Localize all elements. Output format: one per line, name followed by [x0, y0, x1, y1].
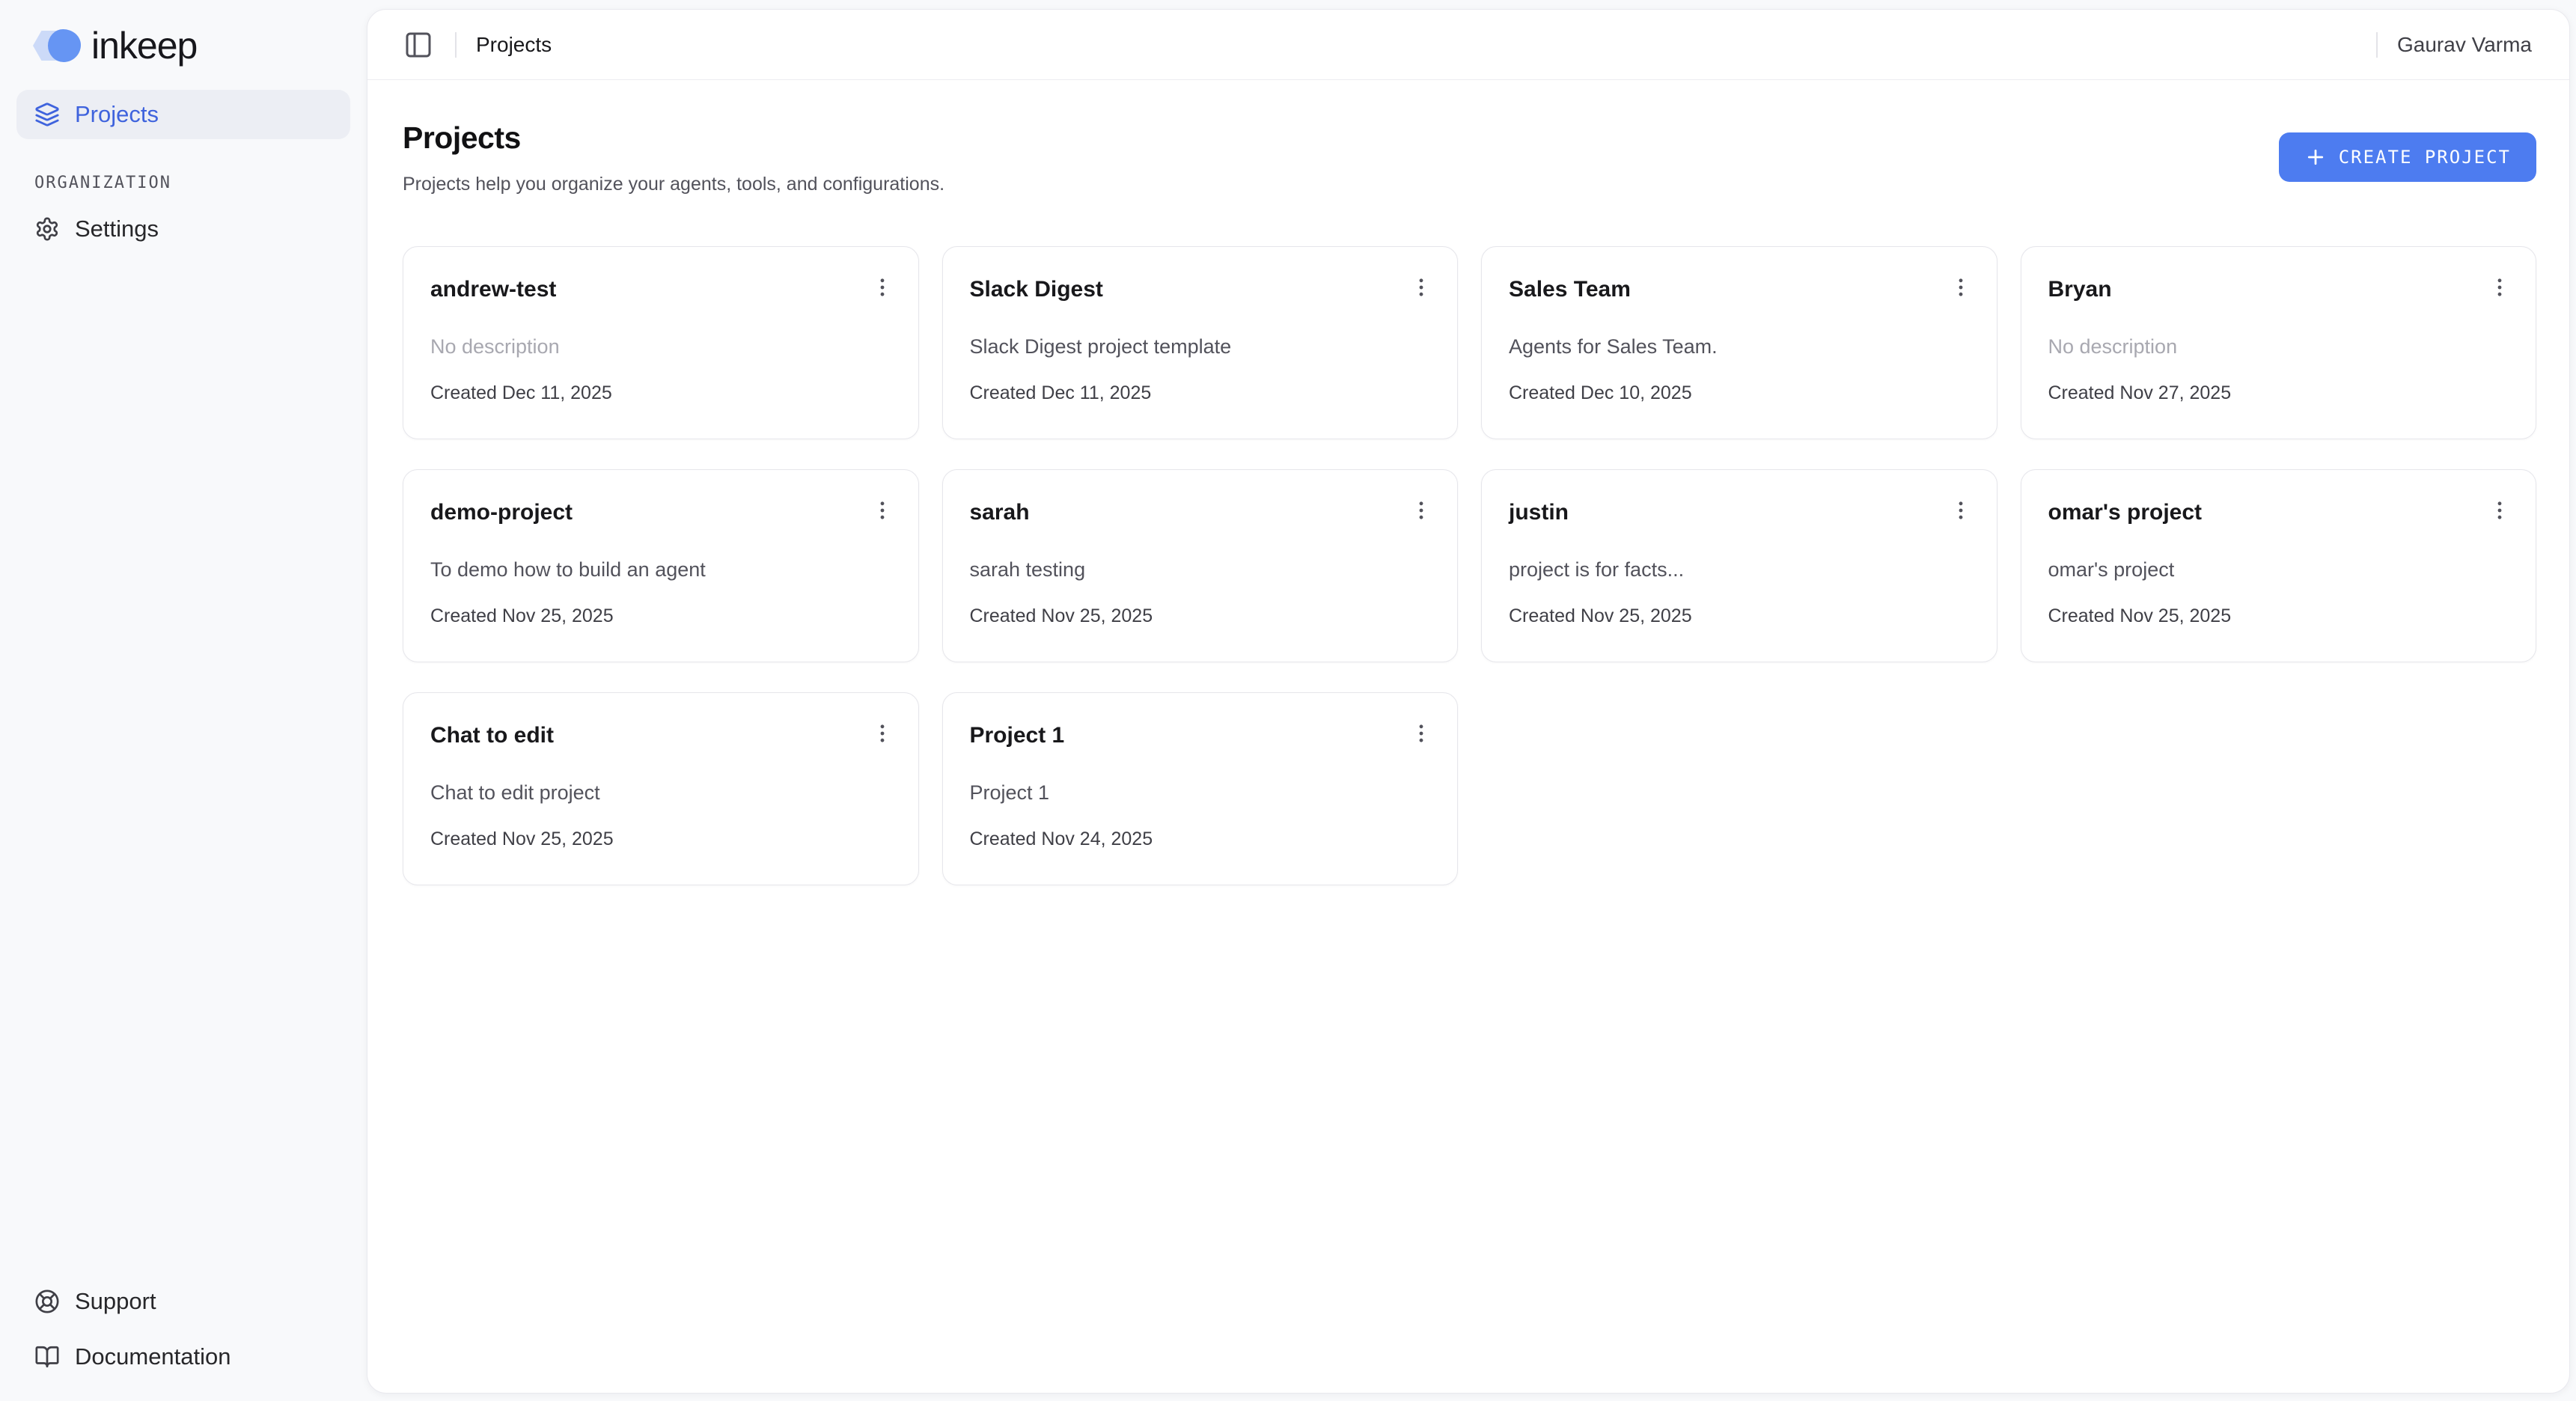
- topbar-divider: [455, 32, 457, 58]
- brand-logo[interactable]: inkeep: [16, 0, 350, 90]
- project-card[interactable]: Bryan No description Created Nov 27, 202…: [2021, 246, 2537, 439]
- sidebar-item-label: Projects: [75, 101, 159, 128]
- sidebar-item-documentation[interactable]: Documentation: [16, 1332, 350, 1382]
- sidebar-item-projects[interactable]: Projects: [16, 90, 350, 139]
- page-subtitle: Projects help you organize your agents, …: [403, 174, 944, 195]
- breadcrumb: Projects: [476, 33, 552, 57]
- project-card-menu-button[interactable]: [866, 717, 899, 750]
- create-project-button[interactable]: CREATE PROJECT: [2279, 132, 2536, 182]
- page-title: Projects: [403, 120, 944, 156]
- sidebar-item-label: Support: [75, 1288, 156, 1315]
- life-buoy-icon: [34, 1289, 60, 1314]
- topbar: Projects Gaurav Varma: [367, 10, 2569, 80]
- panel-left-icon: [403, 30, 433, 60]
- page-header: Projects Projects help you organize your…: [403, 120, 2536, 195]
- project-card-menu-button[interactable]: [1944, 271, 1977, 304]
- project-card-menu-button[interactable]: [866, 494, 899, 527]
- project-card[interactable]: Slack Digest Slack Digest project templa…: [942, 246, 1459, 439]
- project-card-menu-button[interactable]: [1405, 717, 1438, 750]
- project-card-title: andrew-test: [430, 275, 556, 302]
- main-panel: Projects Gaurav Varma Projects Projects …: [367, 9, 2570, 1394]
- project-card-description: Project 1: [970, 781, 1438, 805]
- project-card-menu-button[interactable]: [1405, 494, 1438, 527]
- project-card[interactable]: justin project is for facts... Created N…: [1481, 469, 1997, 662]
- project-card-created-date: Created Nov 25, 2025: [430, 828, 899, 850]
- project-card-title: Sales Team: [1509, 275, 1631, 302]
- project-card-menu-button[interactable]: [2483, 271, 2516, 304]
- project-card-menu-button[interactable]: [2483, 494, 2516, 527]
- project-card-created-date: Created Nov 25, 2025: [970, 605, 1438, 627]
- gear-icon: [34, 216, 60, 242]
- ellipsis-vertical-icon: [1408, 498, 1434, 523]
- project-card-created-date: Created Nov 25, 2025: [1509, 605, 1977, 627]
- ellipsis-vertical-icon: [2487, 275, 2512, 300]
- project-card-created-date: Created Nov 25, 2025: [430, 605, 899, 627]
- project-card-menu-button[interactable]: [1405, 271, 1438, 304]
- project-card[interactable]: sarah sarah testing Created Nov 25, 2025: [942, 469, 1459, 662]
- ellipsis-vertical-icon: [2487, 498, 2512, 523]
- project-card-description: project is for facts...: [1509, 558, 1977, 582]
- project-card[interactable]: demo-project To demo how to build an age…: [403, 469, 919, 662]
- project-card-created-date: Created Nov 25, 2025: [2048, 605, 2517, 627]
- project-card-title: justin: [1509, 498, 1569, 525]
- project-card-created-date: Created Dec 10, 2025: [1509, 382, 1977, 404]
- project-card-description: Chat to edit project: [430, 781, 899, 805]
- project-card[interactable]: omar's project omar's project Created No…: [2021, 469, 2537, 662]
- project-card-title: demo-project: [430, 498, 573, 525]
- ellipsis-vertical-icon: [1408, 275, 1434, 300]
- project-card[interactable]: Chat to edit Chat to edit project Create…: [403, 692, 919, 885]
- project-card-description: No description: [2048, 335, 2517, 358]
- project-card-description: Slack Digest project template: [970, 335, 1438, 358]
- project-card[interactable]: Sales Team Agents for Sales Team. Create…: [1481, 246, 1997, 439]
- project-card-created-date: Created Dec 11, 2025: [970, 382, 1438, 404]
- layers-icon: [34, 102, 60, 127]
- project-card-title: omar's project: [2048, 498, 2203, 525]
- project-card-created-date: Created Nov 24, 2025: [970, 828, 1438, 850]
- project-card-created-date: Created Dec 11, 2025: [430, 382, 899, 404]
- project-card[interactable]: andrew-test No description Created Dec 1…: [403, 246, 919, 439]
- create-project-button-label: CREATE PROJECT: [2339, 147, 2511, 168]
- project-card-title: Project 1: [970, 721, 1065, 748]
- project-card-description: No description: [430, 335, 899, 358]
- project-card-title: Chat to edit: [430, 721, 554, 748]
- projects-page: Projects Projects help you organize your…: [367, 80, 2569, 1393]
- project-card-description: Agents for Sales Team.: [1509, 335, 1977, 358]
- ellipsis-vertical-icon: [870, 721, 895, 746]
- project-card[interactable]: Project 1 Project 1 Created Nov 24, 2025: [942, 692, 1459, 885]
- sidebar-item-label: Settings: [75, 216, 159, 242]
- sidebar: inkeep Projects ORGANIZATION Settings: [0, 0, 367, 1401]
- sidebar-toggle-button[interactable]: [401, 28, 436, 62]
- ellipsis-vertical-icon: [1948, 498, 1974, 523]
- inkeep-blob-icon: [33, 29, 81, 62]
- sidebar-section-organization: ORGANIZATION: [16, 174, 350, 192]
- project-card-description: To demo how to build an agent: [430, 558, 899, 582]
- project-card-title: sarah: [970, 498, 1030, 525]
- user-menu[interactable]: Gaurav Varma: [2397, 33, 2532, 57]
- ellipsis-vertical-icon: [870, 498, 895, 523]
- ellipsis-vertical-icon: [1408, 721, 1434, 746]
- project-card-created-date: Created Nov 27, 2025: [2048, 382, 2517, 404]
- project-card-menu-button[interactable]: [1944, 494, 1977, 527]
- sidebar-footer: Support Documentation: [16, 1277, 350, 1382]
- projects-grid: andrew-test No description Created Dec 1…: [403, 246, 2536, 885]
- project-card-menu-button[interactable]: [866, 271, 899, 304]
- sidebar-item-settings[interactable]: Settings: [16, 204, 350, 254]
- sidebar-item-label: Documentation: [75, 1343, 231, 1370]
- sidebar-nav: Projects ORGANIZATION Settings: [16, 90, 350, 254]
- plus-icon: [2304, 146, 2327, 168]
- project-card-description: omar's project: [2048, 558, 2517, 582]
- project-card-description: sarah testing: [970, 558, 1438, 582]
- book-open-icon: [34, 1344, 60, 1370]
- ellipsis-vertical-icon: [870, 275, 895, 300]
- brand-name: inkeep: [91, 24, 197, 67]
- project-card-title: Slack Digest: [970, 275, 1103, 302]
- ellipsis-vertical-icon: [1948, 275, 1974, 300]
- sidebar-item-support[interactable]: Support: [16, 1277, 350, 1326]
- project-card-title: Bryan: [2048, 275, 2112, 302]
- topbar-divider: [2376, 32, 2378, 58]
